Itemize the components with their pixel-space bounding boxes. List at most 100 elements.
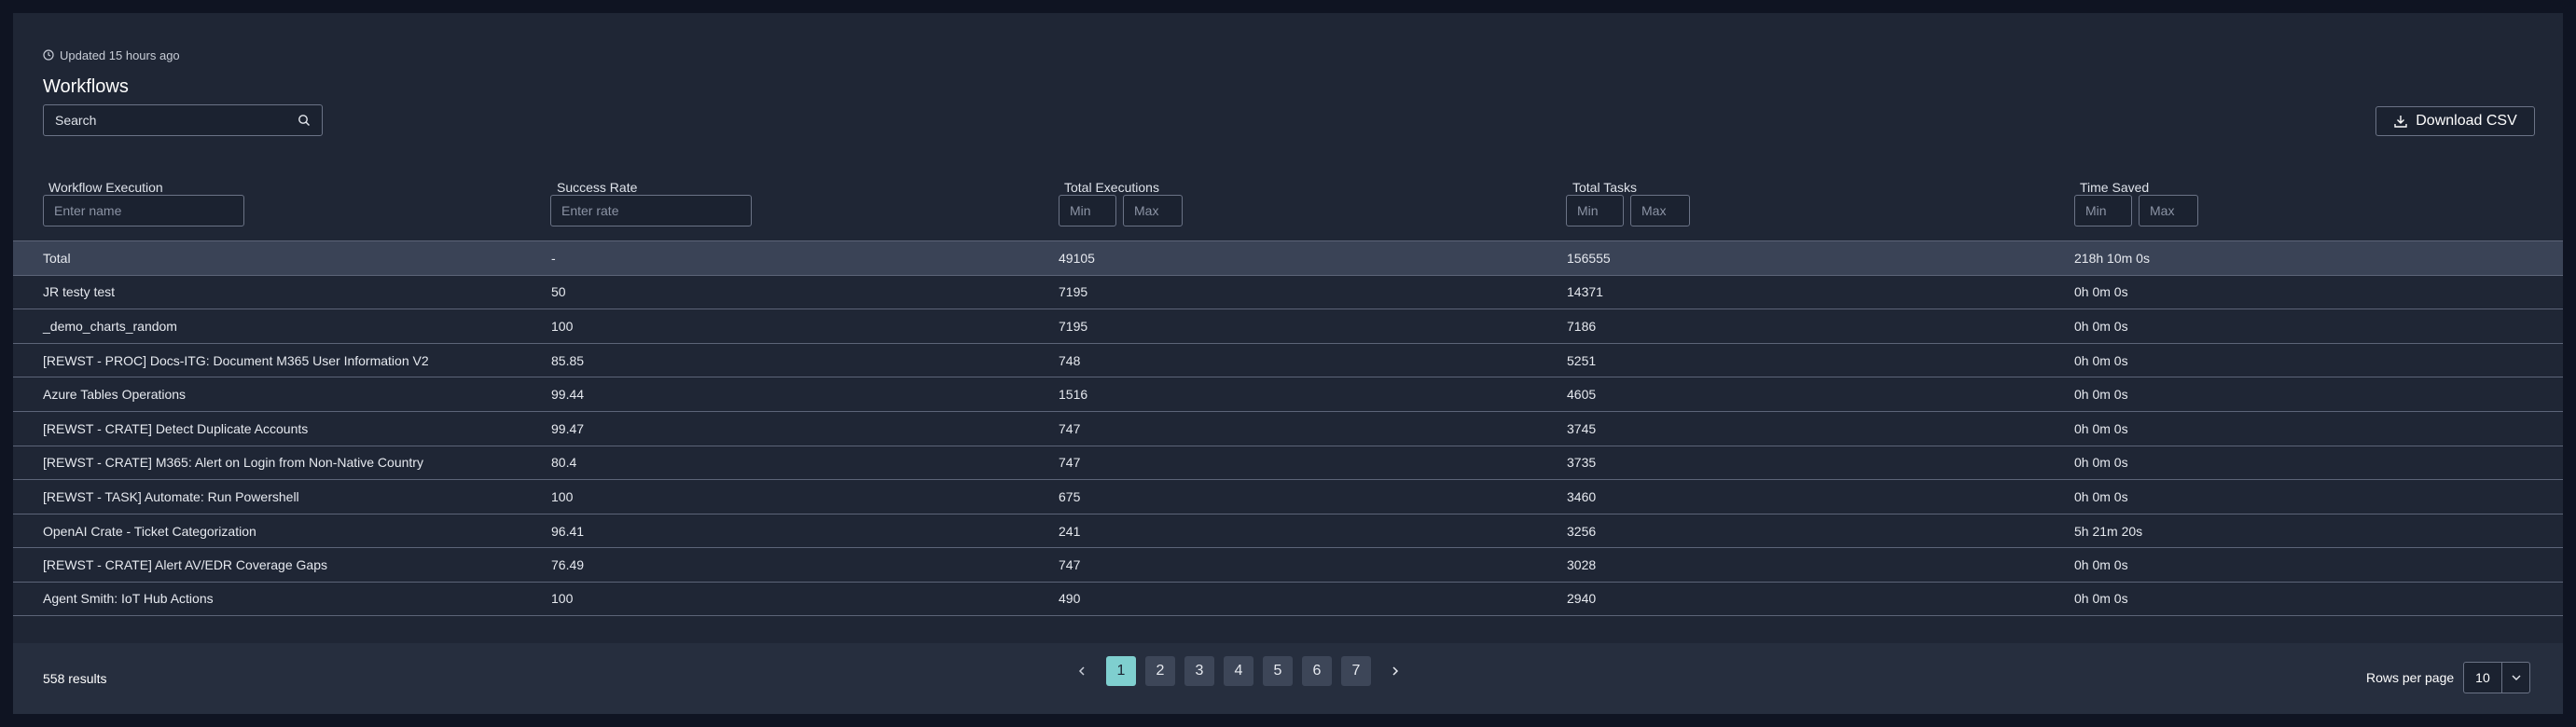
column-header-time-saved[interactable]: Time Saved — [2080, 180, 2149, 195]
search-box[interactable] — [43, 104, 323, 136]
updated-text: Updated 15 hours ago — [60, 48, 180, 62]
rows-per-page: Rows per page 10 — [2366, 662, 2531, 693]
total-executions-cell: 1516 — [1059, 387, 1088, 403]
download-csv-button[interactable]: Download CSV — [2375, 106, 2535, 136]
time-saved-cell: 0h 0m 0s — [2074, 318, 2128, 334]
total-tasks-cell: 3735 — [1567, 455, 1597, 471]
total-tasks-cell: 2940 — [1567, 591, 1597, 607]
total-executions-min-filter[interactable] — [1059, 195, 1116, 226]
rows-per-page-value: 10 — [2475, 670, 2490, 685]
workflow-name-filter[interactable] — [43, 195, 244, 226]
total-tasks-cell: 3256 — [1567, 523, 1597, 539]
table-row: _demo_charts_random 100 7195 7186 0h 0m 0s — [13, 309, 2563, 343]
table-row: JR testy test 50 7195 14371 0h 0m 0s — [13, 274, 2563, 309]
column-header-workflow-execution[interactable]: Workflow Execution — [48, 180, 163, 195]
table-row: OpenAI Crate - Ticket Categorization 96.4… — [13, 513, 2563, 548]
page-button-6[interactable]: 6 — [1302, 656, 1332, 686]
time-saved-cell: 0h 0m 0s — [2074, 420, 2128, 436]
rows-per-page-label: Rows per page — [2366, 670, 2455, 685]
clock-icon — [43, 49, 54, 61]
page-button-7[interactable]: 7 — [1341, 656, 1371, 686]
time-saved-max-filter[interactable] — [2139, 195, 2198, 226]
total-executions-cell: 747 — [1059, 420, 1081, 436]
total-executions-cell: 7195 — [1059, 284, 1088, 300]
rows-per-page-select[interactable]: 10 — [2463, 662, 2531, 693]
total-executions-cell: 241 — [1059, 523, 1081, 539]
page-button-4[interactable]: 4 — [1224, 656, 1253, 686]
workflow-name-cell: Total — [43, 250, 71, 266]
total-tasks-cell: 14371 — [1567, 284, 1603, 300]
column-header-total-executions[interactable]: Total Executions — [1064, 180, 1159, 195]
search-input[interactable] — [55, 113, 298, 128]
time-saved-cell: 0h 0m 0s — [2074, 488, 2128, 504]
workflow-name-cell: _demo_charts_random — [43, 318, 177, 334]
table-row: [REWST - CRATE] Alert AV/EDR Coverage Ga… — [13, 547, 2563, 582]
next-page-button[interactable] — [1380, 656, 1410, 686]
success-rate-cell: 76.49 — [551, 557, 585, 573]
search-icon[interactable] — [298, 114, 311, 127]
total-tasks-cell: 5251 — [1567, 352, 1597, 368]
total-row: Total - 49105 156555 218h 10m 0s — [13, 240, 2563, 275]
total-tasks-min-filter[interactable] — [1566, 195, 1624, 226]
table-row: [REWST - TASK] Automate: Run Powershell 1… — [13, 479, 2563, 514]
success-rate-cell: 96.41 — [551, 523, 585, 539]
success-rate-cell: 80.4 — [551, 455, 577, 471]
time-saved-cell: 5h 21m 20s — [2074, 523, 2143, 539]
table-footer: 558 results 1234567 Rows per page 10 — [13, 643, 2563, 714]
updated-status: Updated 15 hours ago — [43, 47, 180, 63]
total-tasks-cell: 4605 — [1567, 387, 1597, 403]
time-saved-cell: 0h 0m 0s — [2074, 284, 2128, 300]
total-tasks-cell: 3745 — [1567, 420, 1597, 436]
success-rate-filter[interactable] — [550, 195, 752, 226]
total-executions-cell: 747 — [1059, 557, 1081, 573]
column-header-success-rate[interactable]: Success Rate — [557, 180, 637, 195]
page-title: Workflows — [43, 76, 129, 97]
total-tasks-cell: 7186 — [1567, 318, 1597, 334]
workflow-name-cell: Azure Tables Operations — [43, 387, 187, 403]
success-rate-cell: 99.44 — [551, 387, 585, 403]
total-executions-cell: 49105 — [1059, 250, 1095, 266]
workflow-name-cell: [REWST - CRATE] M365: Alert on Login fro… — [43, 455, 423, 471]
total-tasks-cell: 3028 — [1567, 557, 1597, 573]
total-executions-cell: 675 — [1059, 488, 1081, 504]
success-rate-cell: 100 — [551, 318, 574, 334]
table-row: [REWST - CRATE] M365: Alert on Login fro… — [13, 445, 2563, 480]
total-executions-cell: 490 — [1059, 591, 1081, 607]
workflow-name-cell: JR testy test — [43, 284, 116, 300]
success-rate-cell: 85.85 — [551, 352, 585, 368]
chevron-right-icon — [1392, 666, 1399, 676]
table-row: Azure Tables Operations 99.44 1516 4605 0h 0… — [13, 377, 2563, 411]
total-executions-max-filter[interactable] — [1123, 195, 1183, 226]
time-saved-cell: 0h 0m 0s — [2074, 591, 2128, 607]
workflow-name-cell: [REWST - TASK] Automate: Run Powershell — [43, 488, 299, 504]
rows-per-page-toggle[interactable] — [2501, 663, 2529, 693]
chevron-down-icon — [2512, 675, 2521, 680]
success-rate-cell: 100 — [551, 591, 574, 607]
success-rate-cell: 100 — [551, 488, 574, 504]
success-rate-cell: 50 — [551, 284, 566, 300]
total-executions-cell: 747 — [1059, 455, 1081, 471]
download-csv-label: Download CSV — [2416, 113, 2517, 129]
download-icon — [2394, 116, 2407, 128]
success-rate-cell: 99.47 — [551, 420, 585, 436]
success-rate-cell: - — [551, 250, 556, 266]
time-saved-cell: 0h 0m 0s — [2074, 455, 2128, 471]
prev-page-button[interactable] — [1067, 656, 1097, 686]
total-tasks-max-filter[interactable] — [1630, 195, 1690, 226]
page-button-2[interactable]: 2 — [1145, 656, 1175, 686]
time-saved-cell: 0h 0m 0s — [2074, 352, 2128, 368]
pagination: 1234567 — [1067, 656, 1410, 686]
total-tasks-cell: 3460 — [1567, 488, 1597, 504]
time-saved-min-filter[interactable] — [2074, 195, 2132, 226]
results-count: 558 results — [43, 671, 107, 686]
page-button-1[interactable]: 1 — [1106, 656, 1136, 686]
total-tasks-cell: 156555 — [1567, 250, 1611, 266]
page-button-3[interactable]: 3 — [1184, 656, 1214, 686]
column-header-total-tasks[interactable]: Total Tasks — [1572, 180, 1637, 195]
workflow-name-cell: Agent Smith: IoT Hub Actions — [43, 591, 214, 607]
time-saved-cell: 218h 10m 0s — [2074, 250, 2150, 266]
total-executions-cell: 7195 — [1059, 318, 1088, 334]
page-button-5[interactable]: 5 — [1263, 656, 1293, 686]
table-row: [REWST - PROC] Docs-ITG: Document M365 U… — [13, 342, 2563, 377]
workflow-name-cell: [REWST - CRATE] Alert AV/EDR Coverage Ga… — [43, 557, 327, 573]
